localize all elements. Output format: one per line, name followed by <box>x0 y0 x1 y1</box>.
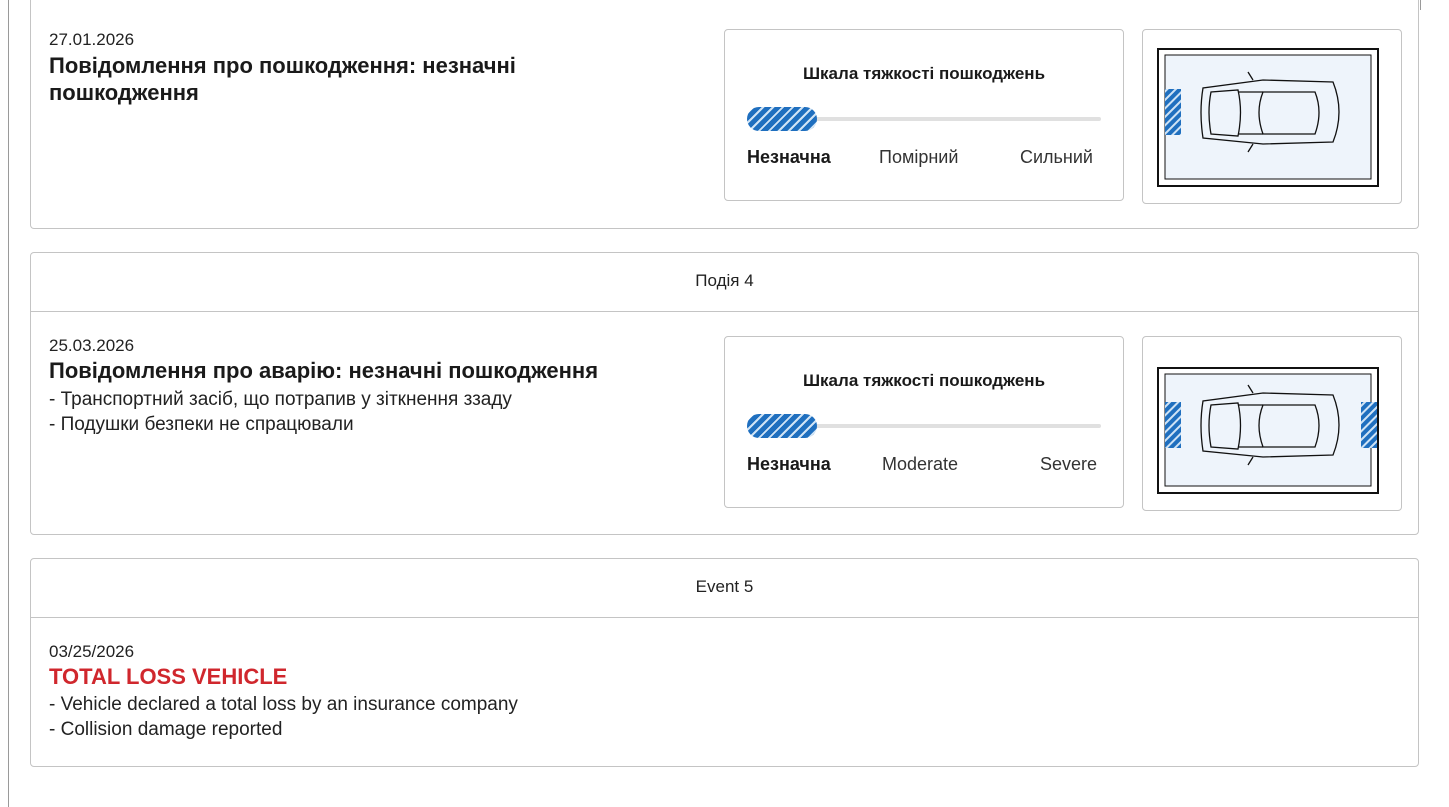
damage-diagram <box>1142 336 1402 511</box>
event-title: Повідомлення про пошкодження: незначні п… <box>49 53 516 105</box>
severity-scale: Шкала тяжкості пошкоджень Незначна Помір… <box>724 29 1124 201</box>
event-bullet: - Подушки безпеки не спрацювали <box>49 414 354 435</box>
event-header: Event 5 <box>31 559 1418 618</box>
event-card-5: Event 5 03/25/2026 TOTAL LOSS VEHICLE - … <box>30 558 1419 767</box>
severity-label-moderate: Помірний <box>879 147 959 167</box>
severity-label-minor: Незначна <box>747 454 831 474</box>
severity-label-severe: Сильний <box>1020 147 1093 167</box>
event-title-alert: TOTAL LOSS VEHICLE <box>49 664 288 689</box>
event-header: Подія 4 <box>31 253 1418 312</box>
event-date: 25.03.2026 <box>49 336 135 355</box>
severity-label-severe: Severe <box>1040 454 1098 474</box>
event-card-4: Подія 4 25.03.2026 Повідомлення про авар… <box>30 252 1419 535</box>
event-bullet: - Транспортний засіб, що потрапив у зітк… <box>49 389 512 410</box>
damage-zone-front <box>1361 402 1377 448</box>
severity-scale-title: Шкала тяжкості пошкоджень <box>802 64 1046 83</box>
event-card-3: 27.01.2026 Повідомлення про пошкодження:… <box>30 0 1419 229</box>
car-top-view-icon <box>1157 48 1379 187</box>
event-title: Повідомлення про аварію: незначні пошкод… <box>49 358 599 383</box>
car-top-view-icon <box>1157 367 1379 494</box>
page-left-border <box>8 0 9 807</box>
severity-scale-title: Шкала тяжкості пошкоджень <box>802 371 1046 390</box>
severity-scale: Шкала тяжкості пошкоджень Незначна Moder… <box>724 336 1124 508</box>
page-right-border <box>1420 0 1421 10</box>
damage-zone-rear <box>1165 89 1181 135</box>
damage-diagram <box>1142 29 1402 204</box>
event-bullet: - Vehicle declared a total loss by an in… <box>49 694 518 715</box>
event-date: 03/25/2026 <box>49 642 135 661</box>
damage-zone-rear <box>1165 402 1181 448</box>
severity-label-minor: Незначна <box>747 147 831 167</box>
severity-indicator <box>747 107 817 131</box>
severity-indicator <box>747 414 817 438</box>
event-date: 27.01.2026 <box>49 30 135 49</box>
event-bullet: - Collision damage reported <box>49 719 283 740</box>
severity-label-moderate: Moderate <box>882 454 959 474</box>
